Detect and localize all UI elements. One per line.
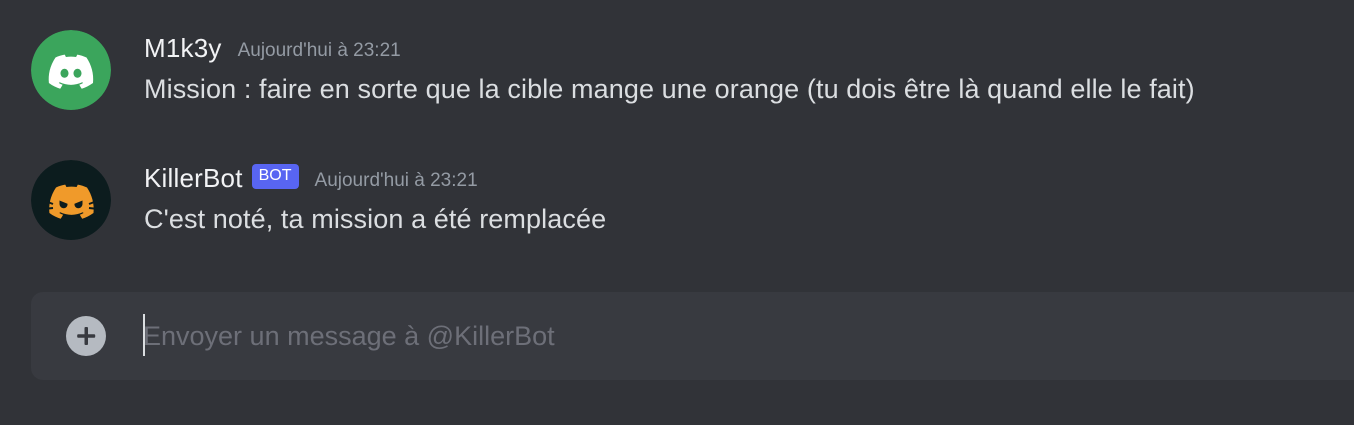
timestamp[interactable]: Aujourd'hui à 23:21 xyxy=(238,40,401,62)
avatar[interactable] xyxy=(31,30,111,110)
username[interactable]: KillerBot xyxy=(144,163,243,194)
message-content: C'est noté, ta mission a été remplacée xyxy=(144,204,607,234)
message-composer xyxy=(31,292,1354,380)
message-header: KillerBot BOT Aujourd'hui à 23:21 xyxy=(144,160,478,196)
avatar[interactable] xyxy=(31,160,111,240)
message-header: M1k3y Aujourd'hui à 23:21 xyxy=(144,30,401,66)
text-caret xyxy=(143,314,145,356)
username[interactable]: M1k3y xyxy=(144,33,222,64)
orange-angry-discord-logo-icon xyxy=(31,160,111,240)
add-attachment-button[interactable] xyxy=(66,316,106,356)
discord-logo-icon xyxy=(31,30,111,110)
plus-circle-icon xyxy=(77,327,96,345)
message-content: Mission : faire en sorte que la cible ma… xyxy=(144,74,1195,104)
bot-tag: BOT xyxy=(251,163,299,189)
timestamp[interactable]: Aujourd'hui à 23:21 xyxy=(315,170,478,192)
message-input[interactable] xyxy=(143,312,1323,360)
chat-view: M1k3y Aujourd'hui à 23:21 Mission : fair… xyxy=(0,0,1354,425)
